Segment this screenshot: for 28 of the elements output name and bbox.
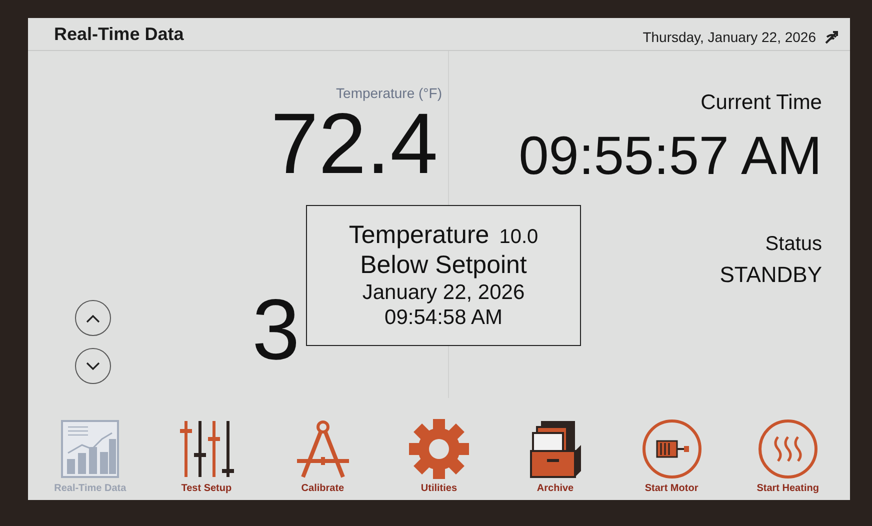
toolbar-button[interactable]: Test Setup <box>151 417 262 494</box>
toolbar-button[interactable]: Archive <box>500 417 610 494</box>
status-label: Status <box>765 233 822 256</box>
alarm-value: 10.0 <box>499 226 538 249</box>
toolbar-button[interactable]: Utilities <box>384 417 494 494</box>
status-value: STANDBY <box>720 262 822 288</box>
current-time-label: Current Time <box>700 91 822 115</box>
signal-icon <box>824 29 840 45</box>
chevron-up-icon <box>86 314 100 322</box>
alarm-message: Below Setpoint <box>360 251 527 280</box>
page-title: Real-Time Data <box>54 24 184 44</box>
scroll-down-button[interactable] <box>75 348 111 384</box>
toolbar-button[interactable]: Start Motor <box>616 417 727 494</box>
heat-waves-icon <box>756 417 820 481</box>
reading-value: 3 <box>252 287 300 373</box>
alarm-date: January 22, 2026 <box>362 281 525 305</box>
temperature-value: 72.4 <box>270 101 438 187</box>
current-time-value: 09:55:57 AM <box>518 125 822 187</box>
alarm-title: Temperature <box>348 221 490 250</box>
temperature-label: Temperature (°F) <box>336 85 442 101</box>
alarm-time: 09:54:58 AM <box>384 306 502 330</box>
date-label: Thursday, January 22, 2026 <box>642 29 816 45</box>
toolbar-button[interactable]: Calibrate <box>268 417 378 494</box>
motor-icon <box>640 417 704 481</box>
scroll-up-button[interactable] <box>75 300 111 336</box>
chevron-down-icon <box>86 362 100 370</box>
toolbar-button[interactable]: Start Heating <box>732 417 843 494</box>
gear-icon <box>406 417 471 481</box>
